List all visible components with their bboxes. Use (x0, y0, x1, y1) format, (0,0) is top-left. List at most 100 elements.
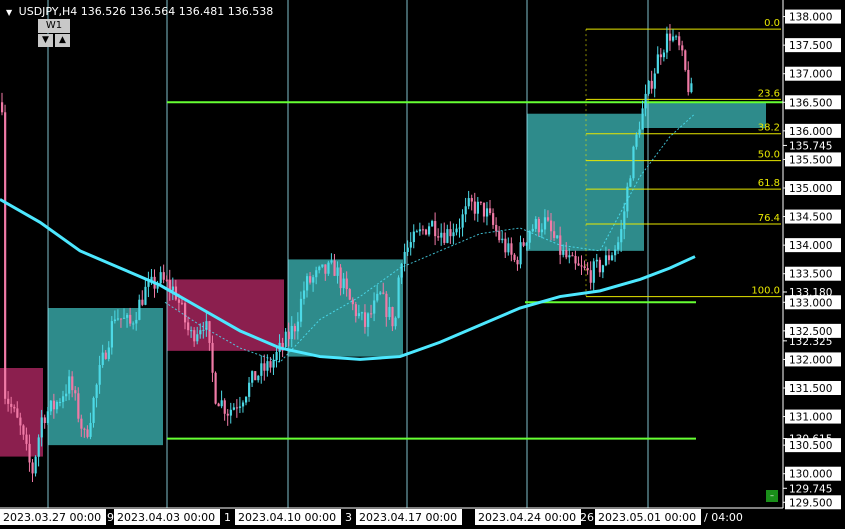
candle-body (208, 321, 211, 343)
candle-body (135, 319, 138, 324)
candle-body (370, 313, 373, 315)
candle-body (367, 313, 370, 327)
candle-body (193, 330, 196, 342)
price-label: 132.325 (789, 336, 832, 348)
candle-body (62, 396, 65, 402)
triangle-up-icon[interactable]: ▲ (55, 34, 70, 47)
candle-body (284, 331, 287, 348)
candle-body (187, 322, 190, 331)
candle-body (104, 352, 107, 359)
candle-body (211, 342, 214, 373)
candle-body (519, 242, 522, 265)
price-label: 129.745 (789, 483, 832, 495)
time-label: 2023.04.03 00:00 (117, 511, 215, 524)
candle-body (403, 251, 406, 264)
candle-body (71, 376, 74, 391)
time-label-partial: / 04:00 (704, 511, 743, 524)
candle-body (254, 371, 257, 381)
candle-body (553, 231, 556, 238)
candle-body (464, 206, 467, 215)
candle-body (574, 255, 577, 264)
support-lines[interactable] (167, 101, 783, 440)
candle-body (458, 227, 461, 229)
autoscroll-icon[interactable]: – (766, 490, 778, 502)
candle-body (644, 93, 647, 109)
axes: 138.000 137.500 137.000 136.500 136.000 135.7… (0, 0, 845, 529)
candle-body (19, 417, 22, 426)
candle-body (77, 393, 80, 419)
fib-level-label: 61.8 (758, 178, 780, 189)
candle-body (620, 229, 623, 243)
candle-body (580, 265, 583, 267)
price-label: 131.500 (789, 383, 832, 395)
candle-body (522, 242, 525, 246)
candle-body (485, 208, 489, 217)
candle-body (16, 408, 19, 418)
candle-body (400, 263, 403, 278)
candle-body (119, 318, 123, 320)
candle-body (190, 330, 193, 332)
candle-body (449, 229, 452, 237)
candle-body (306, 276, 309, 291)
candle-body (159, 272, 162, 284)
timeframe-label[interactable]: W1 (38, 19, 70, 33)
timeframe-switcher[interactable]: W1 ▼ ▲ (38, 19, 70, 47)
time-label: 2023.04.10 00:00 (238, 511, 336, 524)
price-label: 131.000 (789, 412, 832, 424)
candle-body (373, 300, 376, 314)
candle-body (238, 406, 242, 408)
candle-body (89, 422, 92, 437)
candle-body (4, 112, 7, 399)
candle-body (543, 217, 547, 230)
triangle-down-icon[interactable]: ▼ (6, 8, 12, 17)
candle-body (80, 418, 83, 429)
candle-body (110, 321, 113, 348)
candle-body (583, 266, 586, 269)
candle-body (452, 232, 455, 237)
candle-body (571, 255, 574, 257)
candle-body (662, 52, 666, 58)
triangle-down-icon[interactable]: ▼ (38, 34, 53, 47)
price-label: 136.500 (789, 97, 832, 109)
time-label-partial: 26 (580, 511, 594, 524)
candle-body (28, 443, 31, 463)
time-label: 2023.04.17 00:00 (359, 511, 457, 524)
candle-body (34, 456, 37, 474)
candle-body (595, 259, 598, 262)
price-chart[interactable]: 0.0 23.6 38.2 50.0 61.8 76.4 100.0 138.000 137.… (0, 0, 845, 529)
candle-body (199, 330, 202, 335)
candle-body (556, 235, 559, 238)
candle-body (74, 390, 77, 394)
candle-body (184, 303, 187, 323)
candle-body (635, 134, 638, 147)
candle-body (385, 293, 388, 318)
candle-body (351, 299, 354, 305)
candle-body (309, 276, 312, 283)
candle-body (269, 361, 272, 368)
candle-body (290, 325, 293, 340)
candle-body (656, 54, 659, 74)
candle-body (129, 314, 132, 324)
price-label: 135.500 (789, 154, 832, 166)
candle-body (489, 208, 492, 214)
candle-body (611, 255, 614, 261)
candle-body (443, 232, 446, 243)
candle-body (336, 267, 339, 276)
candle-body (687, 69, 690, 93)
candle-body (241, 402, 245, 407)
candle-body (315, 270, 318, 278)
price-label: 133.500 (789, 269, 832, 281)
candle-body (348, 289, 351, 300)
candle-body (132, 323, 135, 325)
candle-body (678, 36, 681, 46)
candle-body (668, 33, 672, 41)
candle-body (65, 393, 68, 397)
candle-body (330, 260, 333, 263)
candle-body (461, 214, 464, 228)
price-label: 130.000 (789, 469, 832, 481)
zone-box (48, 308, 163, 446)
candle-body (476, 201, 479, 214)
candle-body (196, 334, 199, 342)
price-label: 133.000 (789, 297, 832, 309)
candle-body (428, 226, 431, 235)
